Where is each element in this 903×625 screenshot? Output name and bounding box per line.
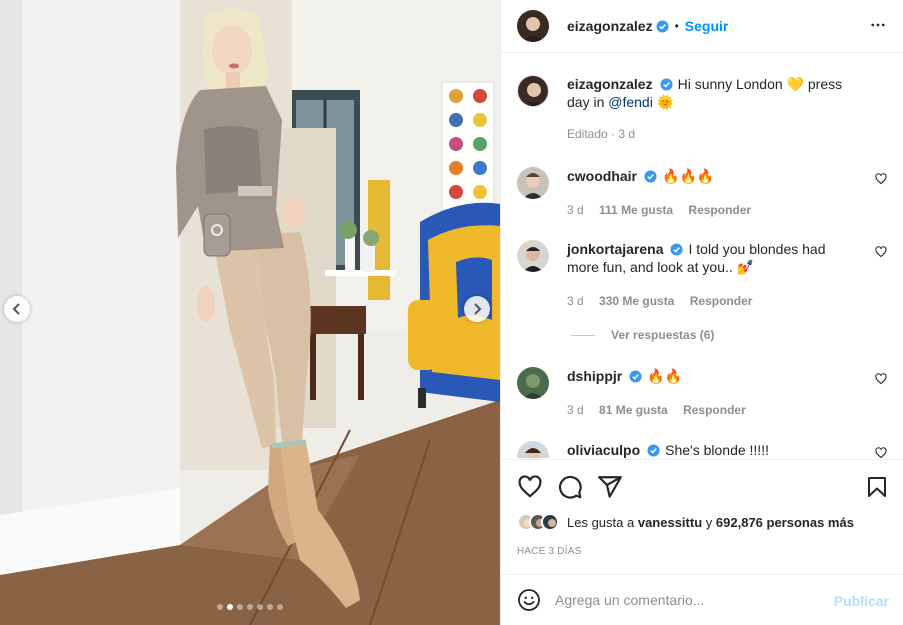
carousel-dot — [217, 604, 223, 610]
comment-input[interactable] — [555, 592, 815, 608]
likes-middle: y — [705, 514, 713, 530]
photo-scene — [0, 0, 500, 625]
comments-list[interactable]: eizagonzalez Hi sunny London 💛 press day … — [501, 54, 903, 458]
carousel-indicator — [0, 604, 500, 610]
verified-badge-icon — [660, 78, 673, 91]
post-photo[interactable] — [0, 0, 500, 625]
caption-avatar[interactable] — [517, 75, 549, 107]
carousel-next-button[interactable] — [464, 296, 490, 322]
separator-bullet: • — [674, 19, 679, 33]
post-side-panel: eizagonzalez • Seguir eizagonzalez Hi sun… — [500, 0, 903, 625]
follow-button[interactable]: Seguir — [685, 18, 729, 34]
avatar-image — [517, 240, 549, 272]
avatar-image — [518, 76, 548, 106]
liker-avatar — [541, 513, 559, 531]
carousel-dot — [257, 604, 263, 610]
comment-likes[interactable]: 81 Me gusta — [599, 403, 668, 417]
bookmark-icon[interactable] — [865, 474, 889, 500]
carousel-dot — [277, 604, 283, 610]
liker-username[interactable]: vanessittu — [638, 515, 702, 530]
caption-emoji: 🌞 — [656, 94, 675, 110]
comment-composer: Publicar — [501, 574, 903, 625]
verified-badge-icon — [670, 243, 684, 256]
avatar-image — [517, 441, 549, 458]
comment-username[interactable]: jonkortajarena — [567, 241, 663, 257]
chevron-right-icon — [474, 303, 482, 315]
carousel-prev-button[interactable] — [4, 296, 30, 322]
comment-username[interactable]: oliviaculpo — [567, 442, 640, 458]
comment-icon[interactable] — [557, 474, 583, 500]
like-comment-heart-icon[interactable] — [875, 246, 887, 258]
publish-button[interactable]: Publicar — [834, 593, 889, 609]
likes-count-link[interactable]: 692,876 personas más — [716, 515, 854, 530]
carousel-dot — [267, 604, 273, 610]
caption-mention-link[interactable]: @fendi — [608, 94, 653, 110]
avatar-image — [517, 367, 549, 399]
comment-item: cwoodhair 🔥🔥🔥 3 d 111 Me gusta Responder — [517, 167, 887, 219]
author-username[interactable]: eizagonzalez — [567, 18, 653, 34]
avatar-image — [517, 10, 549, 42]
verified-badge-icon — [647, 444, 660, 457]
comment-item: oliviaculpo She's blonde !!!!! — [517, 441, 887, 458]
emoji-icon[interactable] — [517, 588, 541, 612]
heart-icon[interactable] — [517, 474, 543, 500]
post-header: eizagonzalez • Seguir — [501, 0, 903, 53]
likes-prefix: Les gusta a — [567, 514, 635, 530]
verified-badge-icon — [656, 19, 669, 33]
carousel-dot — [227, 604, 233, 610]
comment-username[interactable]: cwoodhair — [567, 168, 637, 184]
post-action-bar — [501, 459, 903, 509]
reply-button[interactable]: Responder — [690, 294, 753, 308]
carousel-dot — [237, 604, 243, 610]
post-caption: eizagonzalez Hi sunny London 💛 press day … — [517, 75, 887, 143]
avatar-image — [517, 167, 549, 199]
comment-item: jonkortajarena I told you blondes had mor… — [517, 240, 887, 310]
comment-time: 3 d — [567, 203, 584, 217]
reply-button[interactable]: Responder — [688, 203, 751, 217]
comment-likes[interactable]: 111 Me gusta — [599, 203, 673, 217]
comment-time: 3 d — [567, 294, 584, 308]
chevron-left-icon — [12, 303, 20, 315]
commenter-avatar[interactable] — [517, 367, 549, 399]
verified-badge-icon — [644, 170, 657, 183]
commenter-avatar[interactable] — [517, 441, 549, 458]
view-replies-button[interactable]: Ver respuestas (6) — [571, 328, 714, 342]
comment-text: 🔥🔥 — [647, 368, 683, 384]
share-icon[interactable] — [597, 474, 623, 500]
author-avatar[interactable] — [517, 10, 549, 42]
reply-button[interactable]: Responder — [683, 403, 746, 417]
likes-summary: Les gusta a vanessittu y 692,876 persona… — [517, 513, 854, 531]
verified-badge-icon — [629, 370, 642, 383]
comment-likes[interactable]: 330 Me gusta — [599, 294, 674, 308]
commenter-avatar[interactable] — [517, 167, 549, 199]
comment-time: 3 d — [567, 403, 584, 417]
comment-username[interactable]: dshippjr — [567, 368, 622, 384]
post-time-ago: HACE 3 DÍAS — [517, 546, 582, 557]
caption-username[interactable]: eizagonzalez — [567, 76, 653, 92]
like-comment-heart-icon[interactable] — [875, 173, 887, 185]
replies-divider — [571, 334, 595, 336]
like-comment-heart-icon[interactable] — [875, 447, 887, 458]
comment-item: dshippjr 🔥🔥 3 d 81 Me gusta Responder — [517, 367, 887, 419]
comment-text: She's blonde !!!!! — [665, 442, 769, 458]
commenter-avatar[interactable] — [517, 240, 549, 272]
view-replies-label: Ver respuestas (6) — [611, 328, 715, 342]
more-icon[interactable] — [869, 16, 887, 34]
carousel-dot — [247, 604, 253, 610]
caption-meta: Editado · 3 d — [567, 127, 636, 141]
like-comment-heart-icon[interactable] — [875, 373, 887, 385]
comment-text: 🔥🔥🔥 — [662, 168, 715, 184]
